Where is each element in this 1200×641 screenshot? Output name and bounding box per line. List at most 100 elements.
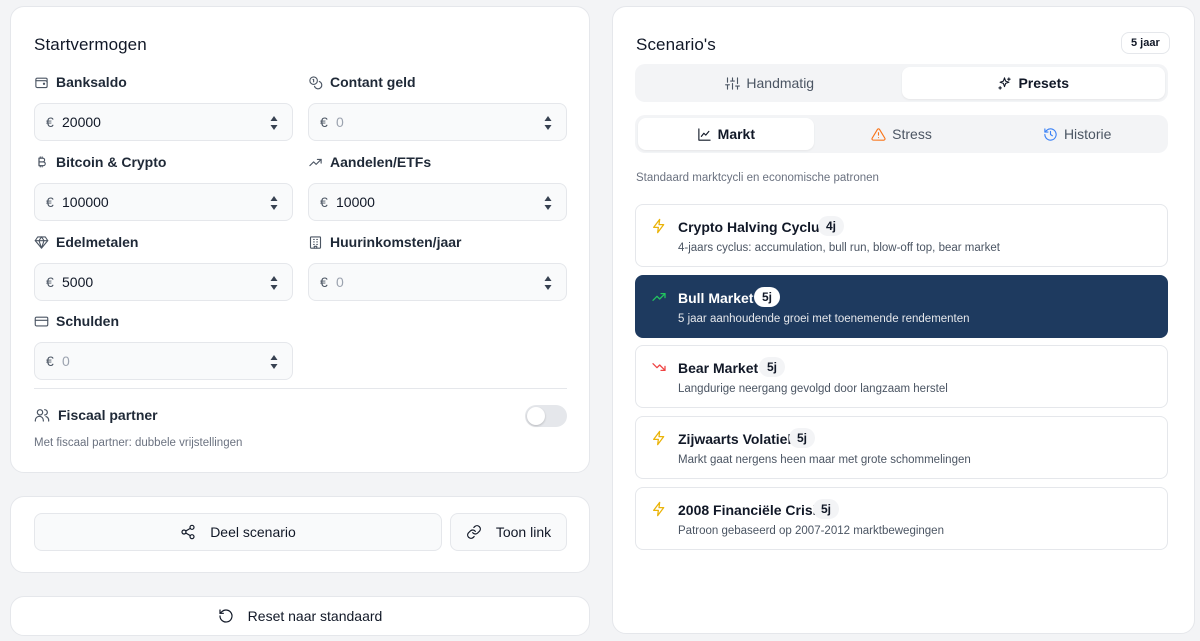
input-value: 0 bbox=[336, 274, 344, 290]
fiscal-partner-toggle[interactable] bbox=[525, 405, 567, 427]
tab-label: Stress bbox=[892, 126, 932, 142]
tab-label: Presets bbox=[1018, 75, 1070, 91]
scenario-description: 5 jaar aanhoudende groei met toenemende … bbox=[678, 313, 970, 325]
scenario-item-financiele-crisis[interactable]: 2008 Financiële Crisis 5j Patroon gebase… bbox=[635, 487, 1168, 550]
scenario-item-bear-market[interactable]: Bear Market 5j Langdurige neergang gevol… bbox=[635, 345, 1168, 408]
aandelen-etfs-input[interactable]: € 10000 bbox=[308, 183, 567, 221]
spinner-icon[interactable] bbox=[270, 354, 278, 370]
sparkles-icon bbox=[998, 76, 1012, 90]
share-scenario-label: Deel scenario bbox=[210, 524, 296, 540]
share-icon bbox=[181, 524, 195, 540]
field-label: Huurinkomsten/jaar bbox=[330, 234, 462, 250]
category-tabs: Markt Stress Historie bbox=[635, 115, 1168, 153]
scenario-duration-badge: 5j bbox=[759, 357, 786, 377]
currency-symbol: € bbox=[46, 194, 54, 210]
share-scenario-button[interactable]: Deel scenario bbox=[34, 513, 442, 551]
field-schulden: Schulden € 0 bbox=[34, 312, 293, 380]
wallet-icon bbox=[35, 77, 48, 88]
field-label: Aandelen/ETFs bbox=[330, 154, 432, 170]
field-label: Schulden bbox=[56, 313, 120, 329]
banksaldo-input[interactable]: € 20000 bbox=[34, 103, 293, 141]
bitcoin-crypto-input[interactable]: € 100000 bbox=[34, 183, 293, 221]
edelmetalen-input[interactable]: € 5000 bbox=[34, 263, 293, 301]
lightning-icon bbox=[653, 430, 665, 446]
currency-symbol: € bbox=[320, 194, 328, 210]
scenario-title: Bear Market bbox=[678, 360, 759, 376]
field-label: Contant geld bbox=[330, 74, 416, 90]
tab-historie[interactable]: Historie bbox=[989, 118, 1165, 150]
tab-label: Handmatig bbox=[746, 75, 815, 91]
input-value: 10000 bbox=[336, 194, 375, 210]
spinner-icon[interactable] bbox=[544, 195, 552, 211]
scenario-item-crypto-halving[interactable]: Crypto Halving Cyclus 4j 4-jaars cyclus:… bbox=[635, 204, 1168, 267]
line-chart-icon bbox=[697, 127, 711, 141]
scenario-title: Bull Market bbox=[678, 290, 754, 306]
years-badge: 5 jaar bbox=[1121, 32, 1170, 54]
input-value: 0 bbox=[336, 114, 344, 130]
field-banksaldo: Banksaldo € 20000 bbox=[34, 73, 293, 141]
fiscal-partner-hint: Met fiscaal partner: dubbele vrijstellin… bbox=[34, 437, 243, 449]
tab-handmatig[interactable]: Handmatig bbox=[638, 67, 902, 99]
building-icon bbox=[309, 235, 322, 249]
field-label: Edelmetalen bbox=[56, 234, 139, 250]
spinner-icon[interactable] bbox=[270, 275, 278, 291]
bitcoin-icon bbox=[38, 155, 46, 167]
spinner-icon[interactable] bbox=[270, 195, 278, 211]
huurinkomsten-input[interactable]: € 0 bbox=[308, 263, 567, 301]
reset-icon bbox=[219, 609, 233, 623]
tab-markt[interactable]: Markt bbox=[638, 118, 814, 150]
input-value: 100000 bbox=[62, 194, 109, 210]
trending-up-icon bbox=[309, 158, 322, 166]
start-capital-card: Startvermogen Banksaldo € 20000 Contant … bbox=[10, 6, 590, 473]
trending-down-icon bbox=[652, 363, 666, 371]
field-contant-geld: Contant geld € 0 bbox=[308, 73, 567, 141]
field-label: Banksaldo bbox=[56, 74, 127, 90]
scenario-duration-badge: 4j bbox=[818, 216, 845, 236]
spinner-icon[interactable] bbox=[544, 115, 552, 131]
sliders-icon bbox=[725, 76, 741, 90]
scenario-title: 2008 Financiële Crisis bbox=[678, 502, 825, 518]
field-edelmetalen: Edelmetalen € 5000 bbox=[34, 233, 293, 301]
contant-geld-input[interactable]: € 0 bbox=[308, 103, 567, 141]
show-link-button[interactable]: Toon link bbox=[450, 513, 567, 551]
currency-symbol: € bbox=[320, 114, 328, 130]
scenario-duration-badge: 5j bbox=[754, 287, 781, 307]
scenario-item-zijwaarts-volatiel[interactable]: Zijwaarts Volatiel 5j Markt gaat nergens… bbox=[635, 416, 1168, 479]
scenario-description: Markt gaat nergens heen maar met grote s… bbox=[678, 454, 971, 466]
tab-stress[interactable]: Stress bbox=[814, 118, 990, 150]
lightning-icon bbox=[653, 218, 665, 234]
start-capital-title: Startvermogen bbox=[34, 35, 147, 54]
field-bitcoin-crypto: Bitcoin & Crypto € 100000 bbox=[34, 153, 293, 221]
input-value: 0 bbox=[62, 353, 70, 369]
scenario-description: 4-jaars cyclus: accumulation, bull run, … bbox=[678, 242, 1000, 254]
fiscal-partner-label: Fiscaal partner bbox=[58, 407, 158, 423]
coins-icon bbox=[309, 75, 323, 89]
scenario-title: Crypto Halving Cyclus bbox=[678, 219, 828, 235]
currency-symbol: € bbox=[46, 274, 54, 290]
scenario-item-bull-market[interactable]: Bull Market 5j 5 jaar aanhoudende groei … bbox=[635, 275, 1168, 338]
toggle-knob bbox=[527, 407, 545, 425]
warning-icon bbox=[871, 127, 886, 141]
scenarios-card: Scenario's 5 jaar Handmatig Presets Mark… bbox=[612, 6, 1195, 634]
mode-tabs: Handmatig Presets bbox=[635, 64, 1168, 102]
field-huurinkomsten: Huurinkomsten/jaar € 0 bbox=[308, 233, 567, 301]
spinner-icon[interactable] bbox=[270, 115, 278, 131]
scenario-title: Zijwaarts Volatiel bbox=[678, 431, 792, 447]
scenario-duration-badge: 5j bbox=[789, 428, 816, 448]
lightning-icon bbox=[653, 501, 665, 517]
tab-presets[interactable]: Presets bbox=[901, 67, 1165, 99]
scenario-description: Langdurige neergang gevolgd door langzaa… bbox=[678, 383, 948, 395]
spinner-icon[interactable] bbox=[544, 275, 552, 291]
category-hint: Standaard marktcycli en economische patr… bbox=[636, 172, 879, 184]
reset-default-label: Reset naar standaard bbox=[247, 608, 383, 624]
share-card: Deel scenario Toon link bbox=[10, 496, 590, 573]
link-icon bbox=[466, 525, 481, 539]
reset-card: Reset naar standaard bbox=[10, 596, 590, 636]
fiscal-partner-row: Fiscaal partner bbox=[34, 407, 158, 423]
input-value: 5000 bbox=[62, 274, 94, 290]
schulden-input[interactable]: € 0 bbox=[34, 342, 293, 380]
reset-default-button[interactable]: Reset naar standaard bbox=[11, 597, 589, 635]
scenarios-title: Scenario's bbox=[636, 35, 716, 54]
history-icon bbox=[1044, 127, 1057, 141]
currency-symbol: € bbox=[320, 274, 328, 290]
